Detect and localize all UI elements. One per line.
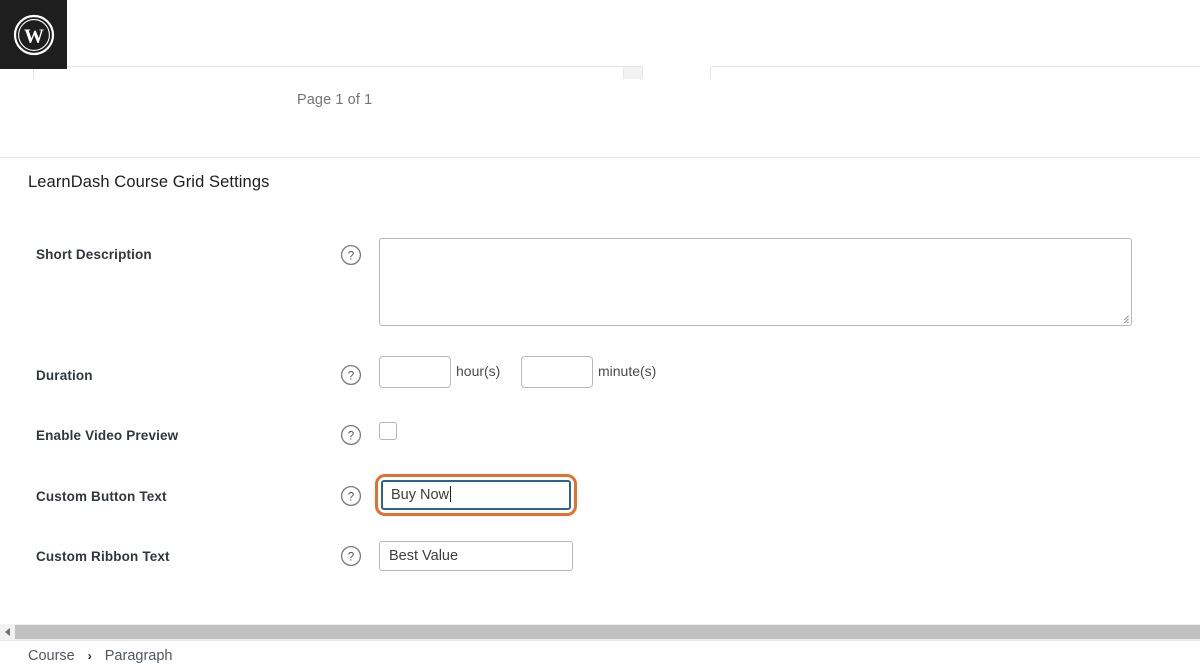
svg-text:W: W	[24, 25, 44, 47]
horizontal-scrollbar-thumb[interactable]	[15, 625, 1200, 639]
clipped-panel-right	[710, 66, 1200, 80]
textarea-resize-grip[interactable]	[1116, 310, 1129, 323]
duration-minutes-unit-label: minute(s)	[598, 363, 657, 379]
svg-text:?: ?	[348, 251, 354, 263]
help-circle-icon-duration[interactable]: ?	[340, 364, 362, 386]
short-description-textarea[interactable]	[379, 238, 1132, 326]
custom-button-text-input[interactable]: Buy Now	[381, 480, 571, 510]
svg-text:?: ?	[348, 492, 354, 504]
enable-video-preview-checkbox[interactable]	[379, 422, 397, 440]
clipped-panel-left	[33, 66, 641, 80]
editor-top-strip	[0, 0, 1200, 69]
page-counter: Page 1 of 1	[297, 92, 373, 108]
field-label-custom-button-text: Custom Button Text	[36, 489, 167, 504]
help-circle-icon-custom-button-text[interactable]: ?	[340, 485, 362, 507]
breadcrumb-item-paragraph[interactable]: Paragraph	[105, 648, 173, 664]
svg-text:?: ?	[348, 371, 354, 383]
text-caret	[450, 486, 452, 502]
duration-hours-input[interactable]	[379, 356, 451, 388]
help-circle-icon-custom-ribbon-text[interactable]: ?	[340, 545, 362, 567]
wordpress-logo-icon: W	[13, 14, 55, 56]
chevron-left-icon[interactable]	[0, 624, 15, 640]
clipped-panel-tail	[623, 66, 643, 79]
breadcrumb-bar	[0, 640, 1200, 668]
field-label-custom-ribbon-text: Custom Ribbon Text	[36, 549, 170, 564]
field-label-enable-video-preview: Enable Video Preview	[36, 428, 179, 443]
svg-text:?: ?	[348, 431, 354, 443]
breadcrumb-item-course[interactable]: Course	[28, 648, 75, 664]
breadcrumb: Course › Paragraph	[28, 648, 172, 664]
header-divider	[0, 157, 1200, 158]
custom-ribbon-text-input[interactable]: Best Value	[379, 541, 573, 571]
panel-title: LearnDash Course Grid Settings	[28, 173, 270, 191]
custom-button-text-value: Buy Now	[391, 487, 450, 503]
horizontal-scrollbar[interactable]	[0, 624, 1200, 640]
help-circle-icon-enable-video-preview[interactable]: ?	[340, 424, 362, 446]
custom-button-text-focus-ring: Buy Now	[375, 474, 577, 516]
editor-root: W Page 1 of 1 LearnDash Course Grid Sett…	[0, 0, 1200, 668]
wordpress-logo-button[interactable]: W	[0, 0, 67, 69]
duration-hours-unit-label: hour(s)	[456, 363, 501, 379]
field-label-duration: Duration	[36, 368, 93, 383]
duration-minutes-input[interactable]	[521, 356, 593, 388]
breadcrumb-separator-icon: ›	[87, 649, 92, 663]
help-circle-icon-short-description[interactable]: ?	[340, 244, 362, 266]
field-label-short-description: Short Description	[36, 247, 152, 262]
svg-text:?: ?	[348, 552, 354, 564]
